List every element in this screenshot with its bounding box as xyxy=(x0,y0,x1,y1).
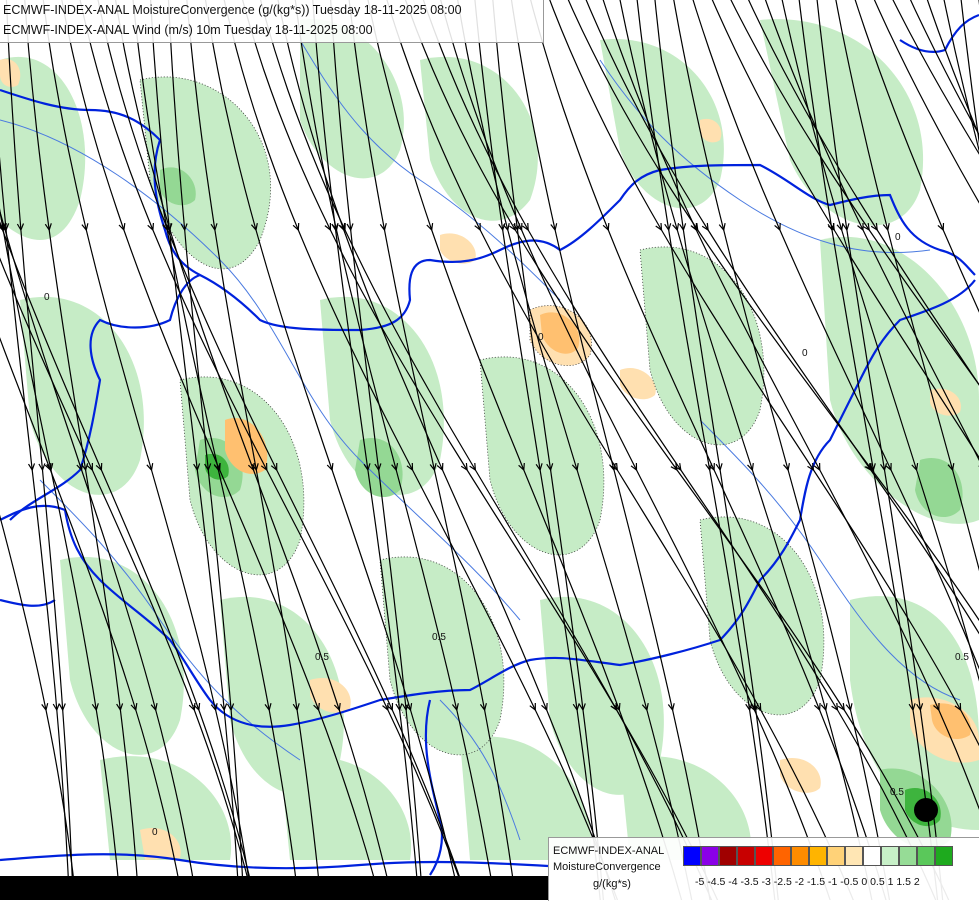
legend-swatch xyxy=(683,846,701,866)
moisture-title: ECMWF-INDEX-ANAL MoistureConvergence (g/… xyxy=(3,3,462,17)
contour-label: 0 xyxy=(538,332,544,343)
legend-swatch xyxy=(827,846,845,866)
legend-swatch xyxy=(935,846,953,866)
contour-label: 0.5 xyxy=(432,632,446,643)
legend-swatch xyxy=(791,846,809,866)
legend-swatch xyxy=(917,846,935,866)
contour-label: 0 xyxy=(802,348,808,359)
wind-title: ECMWF-INDEX-ANAL Wind (m/s) 10m Tuesday … xyxy=(3,23,373,37)
contour-label: 0 xyxy=(44,292,50,303)
legend-ticks: -5 -4.5 -4 -3.5 -3 -2.5 -2 -1.5 -1 -0.5 … xyxy=(695,876,920,888)
legend-variable: MoistureConvergence xyxy=(553,861,661,873)
legend-swatch xyxy=(881,846,899,866)
legend-swatch xyxy=(773,846,791,866)
contour-label: 0.5 xyxy=(955,652,969,663)
contour-label: 0 xyxy=(895,232,901,243)
contour-label: 0.5 xyxy=(315,652,329,663)
convergence-center-marker xyxy=(914,798,938,822)
bottom-bar xyxy=(0,876,548,900)
legend-swatch xyxy=(737,846,755,866)
color-legend: ECMWF-INDEX-ANAL MoistureConvergence g/(… xyxy=(548,837,979,901)
legend-unit: g/(kg*s) xyxy=(593,878,631,890)
legend-swatch xyxy=(863,846,881,866)
legend-model: ECMWF-INDEX-ANAL xyxy=(553,845,664,857)
legend-swatch xyxy=(809,846,827,866)
contour-label: 0.5 xyxy=(890,787,904,798)
contour-label: 0 xyxy=(152,827,158,838)
weather-map[interactable]: 0 0 0 0 0 0.5 0.5 0.5 0.5 xyxy=(0,0,979,900)
legend-swatches xyxy=(683,846,971,866)
legend-swatch xyxy=(701,846,719,866)
legend-swatch xyxy=(719,846,737,866)
legend-swatch xyxy=(845,846,863,866)
legend-swatch xyxy=(899,846,917,866)
legend-swatch xyxy=(755,846,773,866)
map-title-box: ECMWF-INDEX-ANAL MoistureConvergence (g/… xyxy=(0,0,544,43)
